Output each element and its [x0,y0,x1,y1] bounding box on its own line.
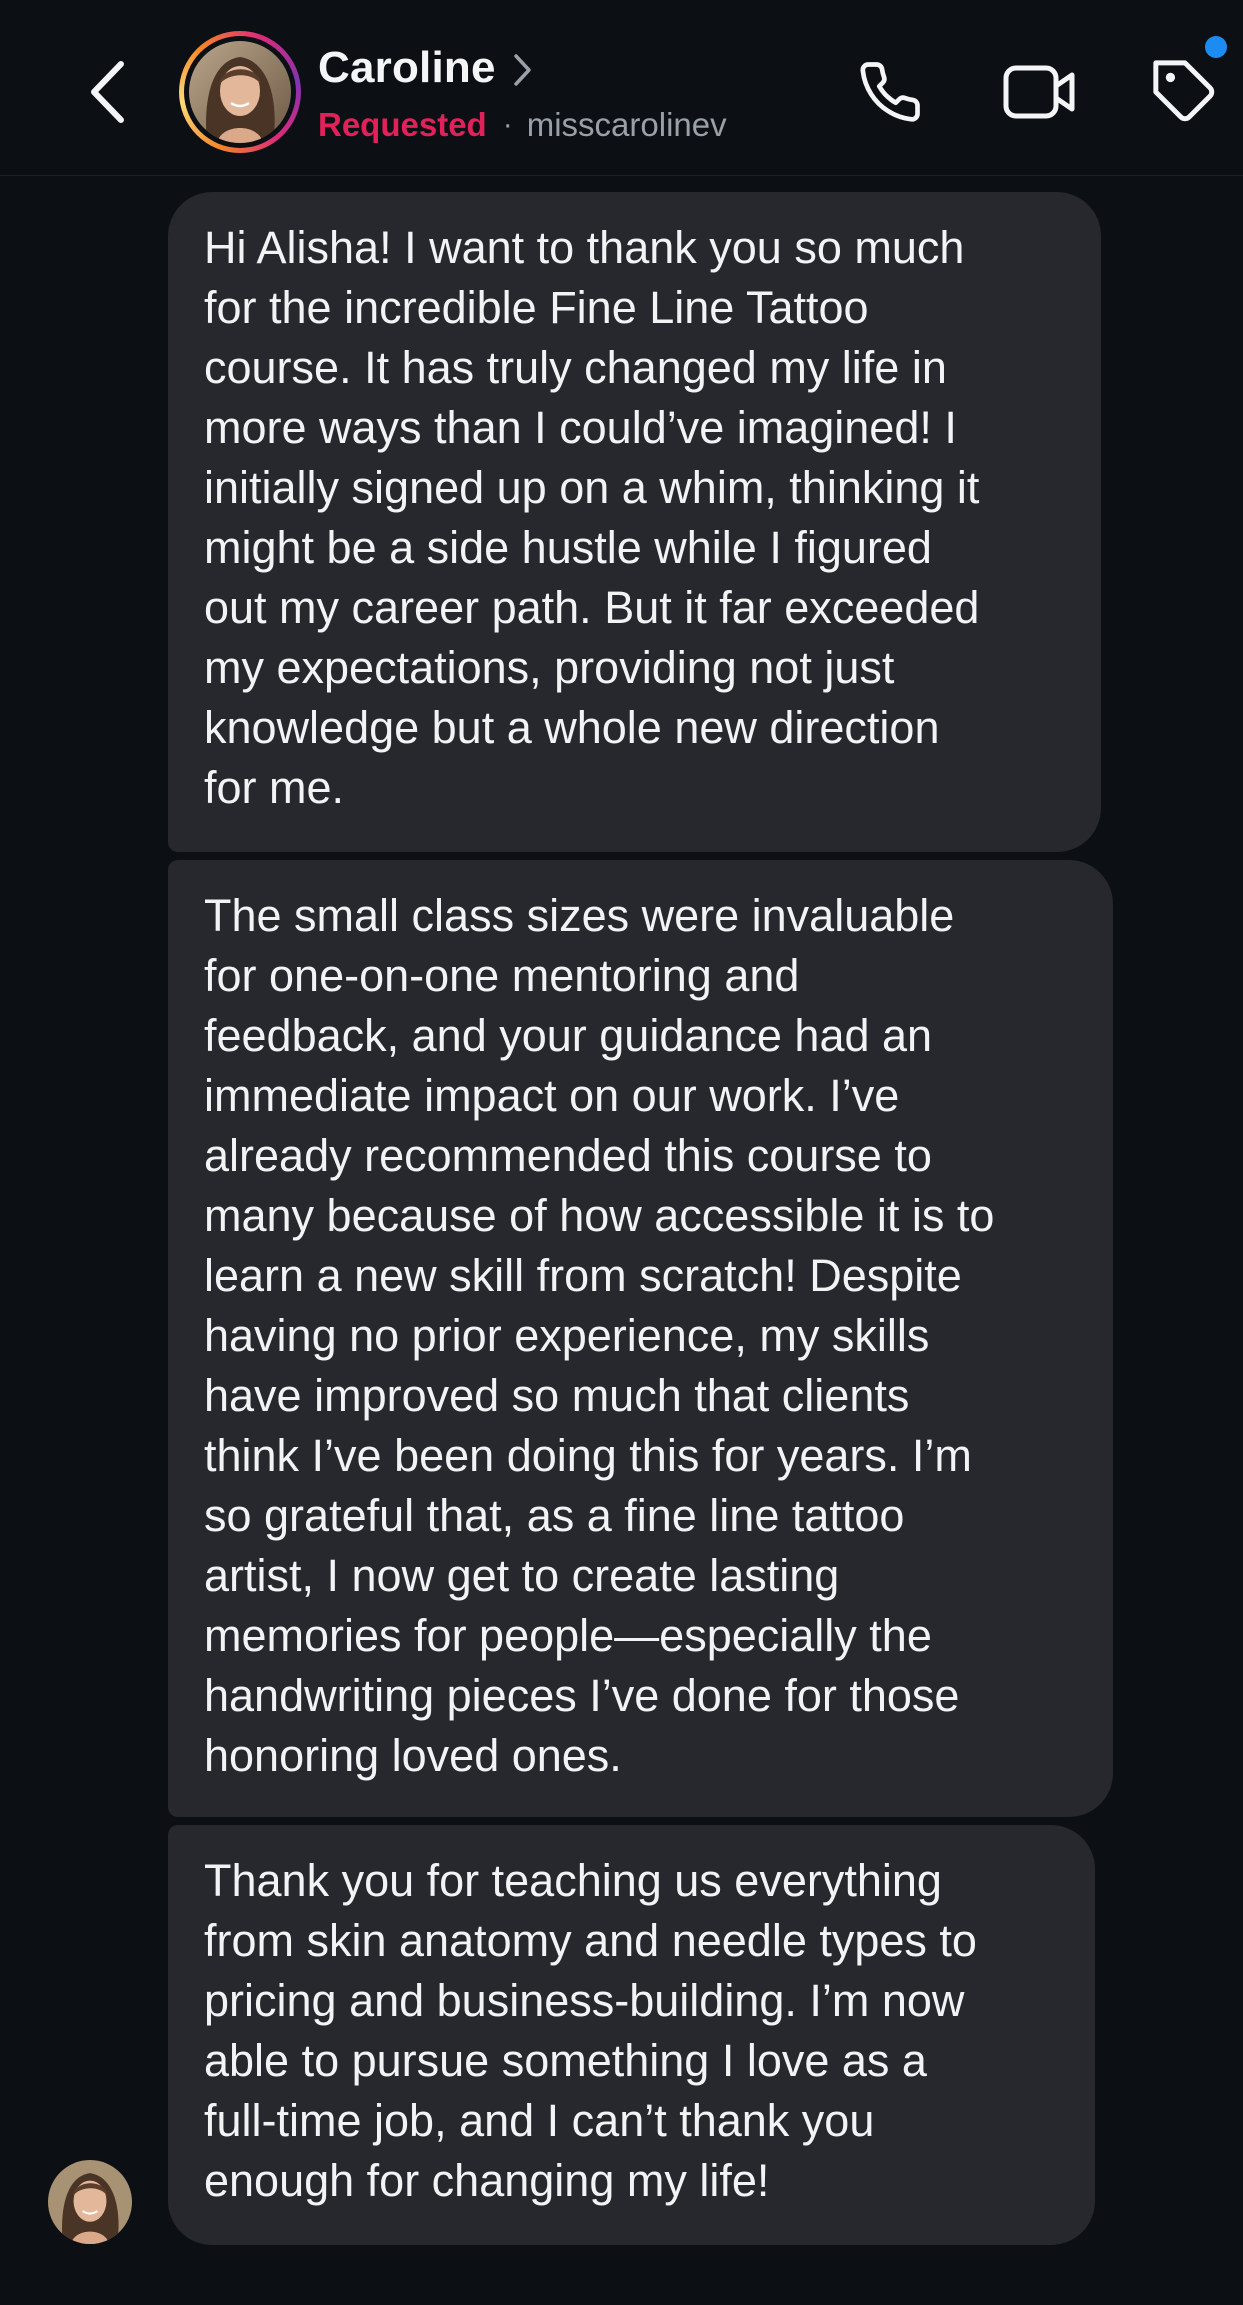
video-call-button[interactable] [995,52,1085,132]
call-button[interactable] [850,52,930,132]
message-bubble[interactable]: Hi Alisha! I want to thank you so much f… [168,192,1101,852]
contact-name-row[interactable]: Caroline [318,38,532,98]
phone-icon [860,62,920,122]
status-label: Requested [318,106,487,143]
tag-button[interactable] [1140,50,1230,134]
username-label: misscarolinev [526,106,727,143]
tag-icon [1153,60,1215,122]
message-bubble[interactable]: Thank you for teaching us everything fro… [168,1825,1095,2245]
notification-dot [1205,36,1227,58]
separator-dot: · [502,108,513,141]
contact-name: Caroline [318,43,496,92]
contact-avatar[interactable] [179,31,301,153]
chat-header: Caroline Requested · misscarolinev [0,0,1243,176]
message-bubble[interactable]: The small class sizes were invaluable fo… [168,860,1113,1817]
video-camera-icon [1003,65,1075,119]
avatar-photo [189,41,291,143]
back-button[interactable] [78,52,138,132]
chevron-right-icon [513,54,531,86]
chevron-left-icon [91,61,124,123]
contact-subtitle: Requested · misscarolinev [318,103,727,147]
sender-avatar[interactable] [48,2160,132,2244]
